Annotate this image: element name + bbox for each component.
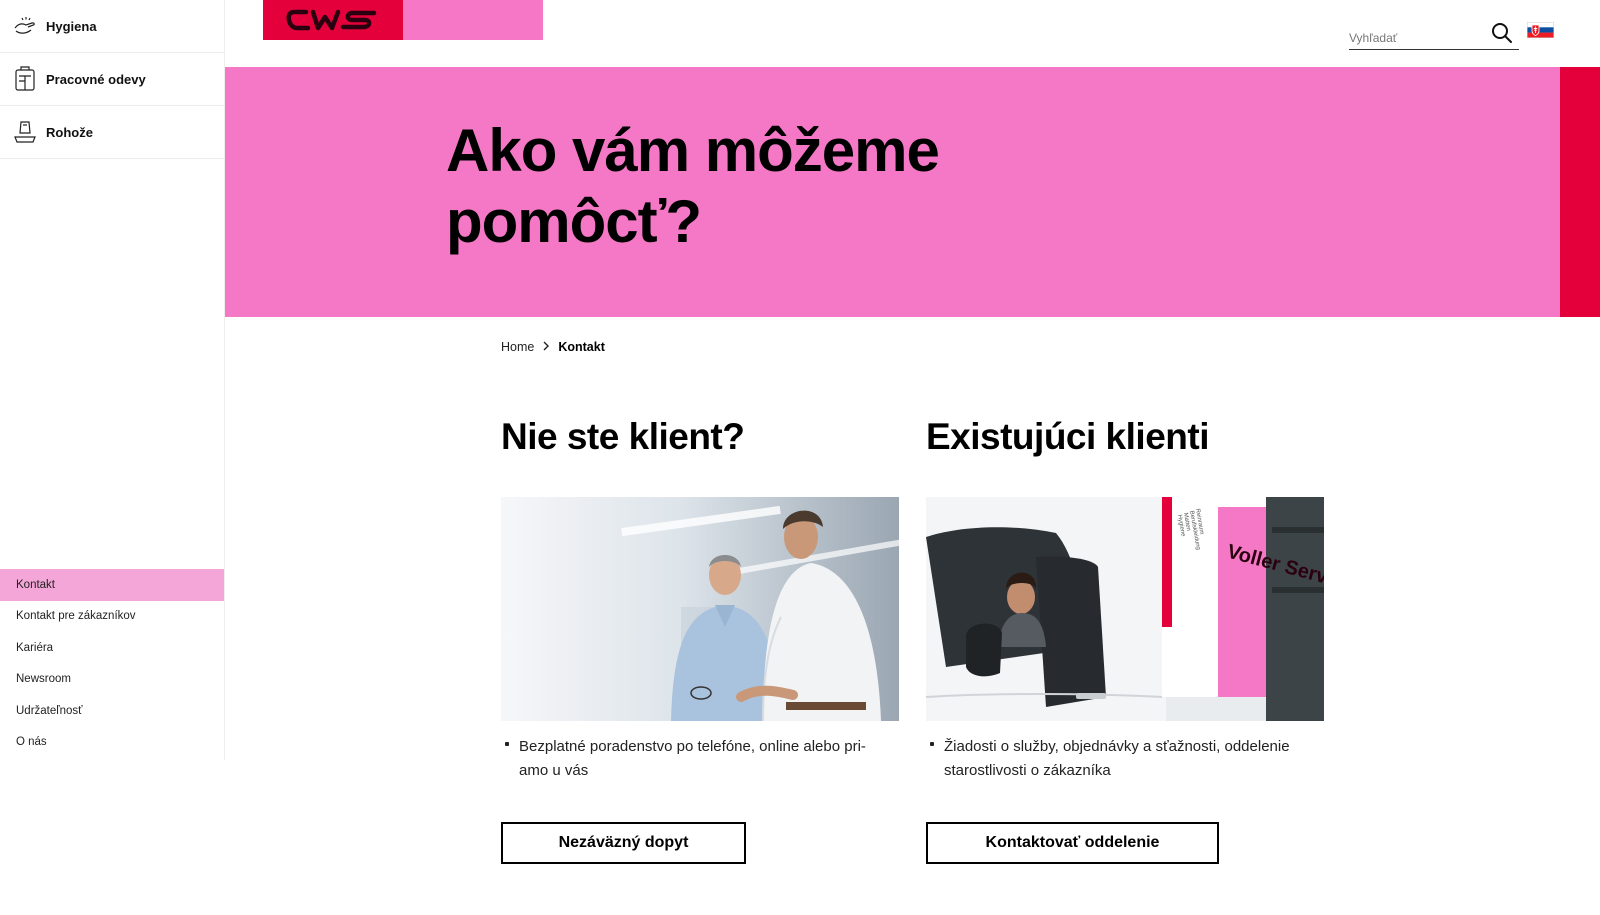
service-van-photo: Voller Service Hygiene Matten Berufsklei…: [926, 497, 1324, 721]
sidebar-item-kontakt-pre-zakaznikov[interactable]: Kontakt pre zákazníkov: [0, 601, 224, 633]
cws-logo-mark: [286, 9, 377, 31]
sidebar-item-o-nas[interactable]: O nás: [0, 727, 224, 759]
breadcrumb: Home Kontakt: [501, 340, 605, 354]
slovak-flag-icon[interactable]: [1527, 22, 1554, 38]
sidebar-item-kontakt[interactable]: Kontakt: [0, 569, 224, 601]
sidebar-item-newsroom[interactable]: Newsroom: [0, 664, 224, 696]
hero-accent-stripe: [1560, 67, 1600, 317]
sidebar-item-label: Hygiena: [46, 18, 97, 34]
mat-icon: [12, 119, 38, 145]
list-item: Žiadosti o služby, objednávky a sťažnost…: [926, 735, 1306, 782]
inquiry-button[interactable]: Nezáväzný dopyt: [501, 822, 746, 864]
benefits-list: Bezplatné poradenstvo po telefóne, onlin…: [501, 735, 899, 782]
hands-washing-icon: [12, 13, 38, 39]
breadcrumb-home[interactable]: Home: [501, 340, 534, 354]
section-title: Existujúci klienti: [926, 416, 1209, 457]
page-title: Ako vám môžeme pomôcť?: [446, 117, 940, 255]
search-box: [1349, 18, 1519, 50]
section-title: Nie ste klient?: [501, 416, 745, 457]
sidebar-item-label: Pracovné odevy: [46, 71, 146, 87]
sidebar-item-hygiena[interactable]: Hygiena: [0, 0, 224, 53]
list-item: Bezplatné poradenstvo po telefóne, onlin…: [501, 735, 881, 782]
sidebar-item-rohoze[interactable]: Rohože: [0, 106, 224, 159]
breadcrumb-current: Kontakt: [558, 340, 605, 354]
cws-logo[interactable]: CWS: [263, 0, 403, 40]
sidebar: Hygiena Pracovné odevy Rohože Kontakt Ko…: [0, 0, 225, 760]
sidebar-item-udrzatelnost[interactable]: Udržateľnosť: [0, 695, 224, 727]
search-icon[interactable]: [1491, 22, 1513, 44]
workwear-icon: [12, 66, 38, 92]
services-list: Žiadosti o služby, objednávky a sťažnost…: [926, 735, 1324, 782]
consultation-photo: [501, 497, 899, 721]
sidebar-item-pracovne-odevy[interactable]: Pracovné odevy: [0, 53, 224, 106]
existing-clients-section: Existujúci klienti Voller Service Hygien…: [926, 412, 1324, 864]
sidebar-item-kariera[interactable]: Kariéra: [0, 632, 224, 664]
chevron-right-icon: [542, 340, 550, 354]
sidebar-item-label: Rohože: [46, 124, 93, 140]
hero-banner: Ako vám môžeme pomôcť?: [225, 67, 1560, 317]
sidebar-secondary-nav: Kontakt Kontakt pre zákazníkov Kariéra N…: [0, 569, 224, 758]
new-clients-section: Nie ste klient? Bezplatné poradenstvo po…: [501, 412, 899, 864]
search-input[interactable]: [1349, 22, 1479, 45]
contact-department-button[interactable]: Kontaktovať oddelenie: [926, 822, 1219, 864]
